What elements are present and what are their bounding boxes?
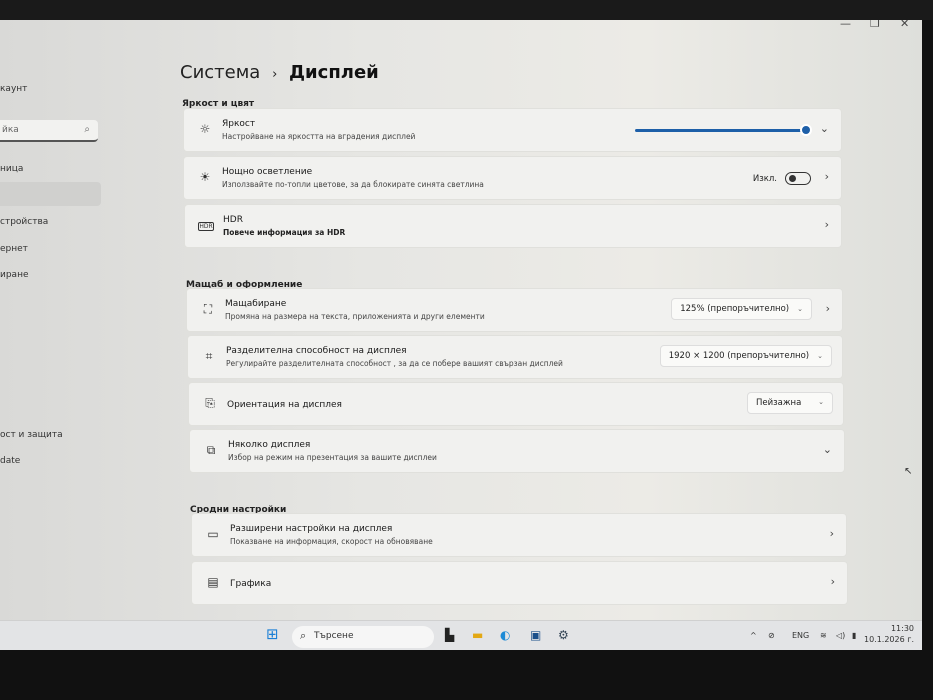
resolution-subtitle: Регулирайте разделителната способност , … [226,359,563,368]
chevron-right-icon[interactable]: › [825,218,829,231]
night-light-card[interactable]: ☀ Нощно осветление Използвайте по-топли … [183,156,842,200]
resolution-dropdown[interactable]: 1920 × 1200 (препоръчително) ⌄ [659,345,832,367]
scale-value: 125% (препоръчително) [680,304,790,314]
task-view-icon[interactable]: ▙ [445,628,454,642]
orientation-icon: ⎘ [205,396,215,410]
chevron-right-icon[interactable]: › [831,575,835,588]
mouse-cursor-icon: ↖ [904,466,913,477]
sun-icon: ☼ [199,122,211,136]
multiple-displays-card[interactable]: ⧉ Няколко дисплея Избор на режим на през… [189,429,845,473]
sidebar-item-update[interactable]: date [0,456,20,466]
settings-gear-icon[interactable]: ⚙ [558,628,569,642]
advanced-title: Разширени настройки на дисплея [230,524,393,534]
taskbar-search-label: Търсене [314,631,354,641]
file-explorer-icon[interactable]: ▬ [472,628,483,642]
chevron-right-icon[interactable]: › [825,170,829,183]
clock[interactable]: 11:30 10.1.2026 г. [864,623,914,645]
monitor-bezel [0,0,933,20]
multiple-displays-title: Няколко дисплея [228,440,311,450]
wifi-icon[interactable]: ≋ [820,631,827,640]
search-icon: ⌕ [84,124,90,135]
time: 11:30 [890,624,914,633]
resolution-title: Разделителна способност на дисплея [226,346,407,356]
date: 10.1.2026 г. [863,635,914,644]
scale-dropdown[interactable]: 125% (препоръчително) ⌄ [671,298,812,320]
graphics-card[interactable]: ▤ Графика › [191,561,848,605]
brightness-title: Яркост [222,119,256,129]
chevron-down-icon: ⌄ [818,398,824,406]
volume-icon[interactable]: ◁) [836,631,845,640]
resolution-icon: ⌗ [205,349,213,363]
orientation-card[interactable]: ⎘ Ориентация на дисплея Пейзажна ⌄ [188,382,844,426]
location-off-icon[interactable]: ⊘ [768,631,775,640]
night-light-title: Нощно осветление [222,167,313,177]
sidebar-item-network[interactable]: ернет [0,244,28,254]
scale-subtitle: Промяна на размера на текста, приложения… [225,312,485,321]
hdr-title: HDR [223,215,243,225]
orientation-title: Ориентация на дисплея [227,400,342,410]
brightness-slider[interactable] [635,126,810,134]
breadcrumb-separator: › [272,67,278,82]
chevron-down-icon: ⌄ [817,352,823,360]
laptop-icon: ▭ [207,527,219,541]
graphics-icon: ▤ [207,575,219,589]
advanced-display-card[interactable]: ▭ Разширени настройки на дисплея Показва… [191,513,847,557]
multiple-displays-icon: ⧉ [206,443,216,457]
multiple-displays-subtitle: Избор на режим на презентация за вашите … [228,453,437,462]
minimize-button[interactable]: — [840,20,851,30]
taskbar-search[interactable]: ⌕ Търсене [292,626,434,648]
scale-card[interactable]: ⛶ Мащабиране Промяна на размера на текст… [186,288,843,332]
restore-button[interactable]: ❐ [870,20,880,30]
show-hidden-icons-chevron[interactable]: ^ [750,631,757,640]
advanced-subtitle: Показване на информация, скорост на обно… [230,537,433,546]
taskbar: ⊞ ⌕ Търсене ▙ ▬ ◐ ▣ ⚙ ^ ⊘ ENG ≋ ◁) ▮ 11:3… [0,620,922,650]
scale-title: Мащабиране [225,299,287,309]
night-light-subtitle: Използвайте по-топли цветове, за да блок… [222,180,484,189]
search-icon: ⌕ [300,629,307,642]
hdr-card[interactable]: HDR HDR Повече информация за HDR › [184,204,842,248]
sidebar-item-system-selected[interactable] [0,182,101,206]
search-placeholder: йка [2,125,19,135]
sidebar-search-input[interactable]: йка ⌕ [0,120,98,142]
battery-icon[interactable]: ▮ [852,631,856,640]
start-windows-icon[interactable]: ⊞ [266,625,279,643]
sidebar-account[interactable]: каунт [0,84,27,94]
night-light-state: Изкл. [752,174,777,184]
chevron-down-icon[interactable]: ⌄ [823,443,832,456]
language-indicator[interactable]: ENG [792,631,809,640]
sidebar-item-personalization[interactable]: иране [0,270,29,280]
brightness-subtitle: Настройване на яркостта на вградения дис… [222,132,416,141]
scale-icon: ⛶ [203,302,213,316]
orientation-dropdown[interactable]: Пейзажна ⌄ [747,392,833,414]
chevron-down-icon[interactable]: ⌄ [820,122,829,135]
chevron-right-icon[interactable]: › [830,527,834,540]
breadcrumb-parent[interactable]: Система [180,62,260,83]
sidebar-item-home[interactable]: ница [0,164,23,174]
graphics-title: Графика [230,579,272,589]
page-title: Дисплей [289,62,379,83]
hdr-icon: HDR [198,222,214,231]
resolution-value: 1920 × 1200 (препоръчително) [668,351,810,361]
orientation-value: Пейзажна [756,398,802,408]
chevron-right-icon[interactable]: › [826,302,830,315]
chevron-down-icon: ⌄ [797,305,803,313]
sidebar-item-privacy[interactable]: ост и защита [0,430,63,440]
night-light-icon: ☀ [199,170,211,184]
slider-thumb[interactable] [802,126,810,134]
settings-window: — ❐ ✕ каунт йка ⌕ ница стройства ернет ир… [0,20,922,650]
store-icon[interactable]: ▣ [530,628,541,642]
edge-icon[interactable]: ◐ [500,628,510,642]
close-button[interactable]: ✕ [900,20,909,30]
night-light-toggle[interactable] [785,172,811,185]
brightness-card[interactable]: ☼ Яркост Настройване на яркостта на вгра… [183,108,842,152]
breadcrumb: Система › Дисплей [180,62,379,83]
sidebar-item-devices[interactable]: стройства [0,217,48,227]
hdr-more-info-link[interactable]: Повече информация за HDR [223,228,345,237]
resolution-card[interactable]: ⌗ Разделителна способност на дисплея Рег… [187,335,843,379]
